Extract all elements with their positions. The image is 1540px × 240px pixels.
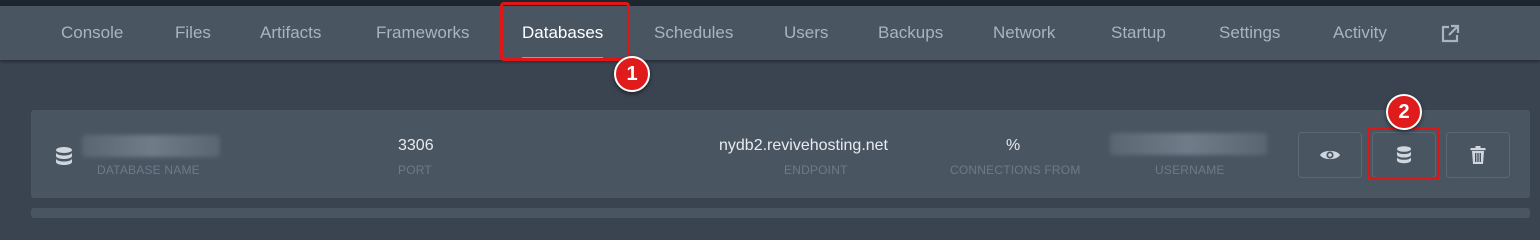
- eye-icon: [1320, 150, 1340, 160]
- rotate-password-highlight: [1367, 127, 1440, 180]
- database-icon: [54, 146, 74, 166]
- tab-startup[interactable]: Startup: [1111, 6, 1166, 60]
- database-name-redacted: [82, 135, 220, 157]
- server-nav-bar: Console Files Artifacts Frameworks Datab…: [0, 6, 1540, 60]
- tab-console[interactable]: Console: [61, 6, 123, 60]
- tab-artifacts[interactable]: Artifacts: [260, 6, 321, 60]
- endpoint-label: ENDPOINT: [784, 163, 848, 177]
- step-1-badge: 1: [614, 56, 650, 92]
- username-label: USERNAME: [1155, 163, 1225, 177]
- endpoint-value[interactable]: nydb2.revivehosting.net: [719, 137, 888, 155]
- port-value: 3306: [398, 137, 434, 154]
- tab-schedules[interactable]: Schedules: [654, 6, 733, 60]
- tab-backups[interactable]: Backups: [878, 6, 943, 60]
- tab-settings[interactable]: Settings: [1219, 6, 1280, 60]
- tab-frameworks[interactable]: Frameworks: [376, 6, 470, 60]
- tab-files[interactable]: Files: [175, 6, 211, 60]
- database-name-label: DATABASE NAME: [97, 163, 200, 177]
- port-label: PORT: [398, 163, 432, 177]
- database-row-next: [31, 208, 1530, 218]
- delete-database-button[interactable]: [1446, 132, 1510, 178]
- connections-from-label: CONNECTIONS FROM: [950, 163, 1081, 177]
- view-details-button[interactable]: [1298, 132, 1362, 178]
- external-link-icon[interactable]: [1440, 24, 1460, 44]
- tab-network[interactable]: Network: [993, 6, 1055, 60]
- step-2-badge: 2: [1386, 94, 1422, 130]
- tab-users[interactable]: Users: [784, 6, 828, 60]
- trash-icon: [1470, 146, 1486, 164]
- username-redacted: [1110, 133, 1267, 155]
- databases-tab-highlight: [500, 2, 630, 61]
- tab-activity[interactable]: Activity: [1333, 6, 1387, 60]
- connections-from-value: %: [1006, 137, 1021, 154]
